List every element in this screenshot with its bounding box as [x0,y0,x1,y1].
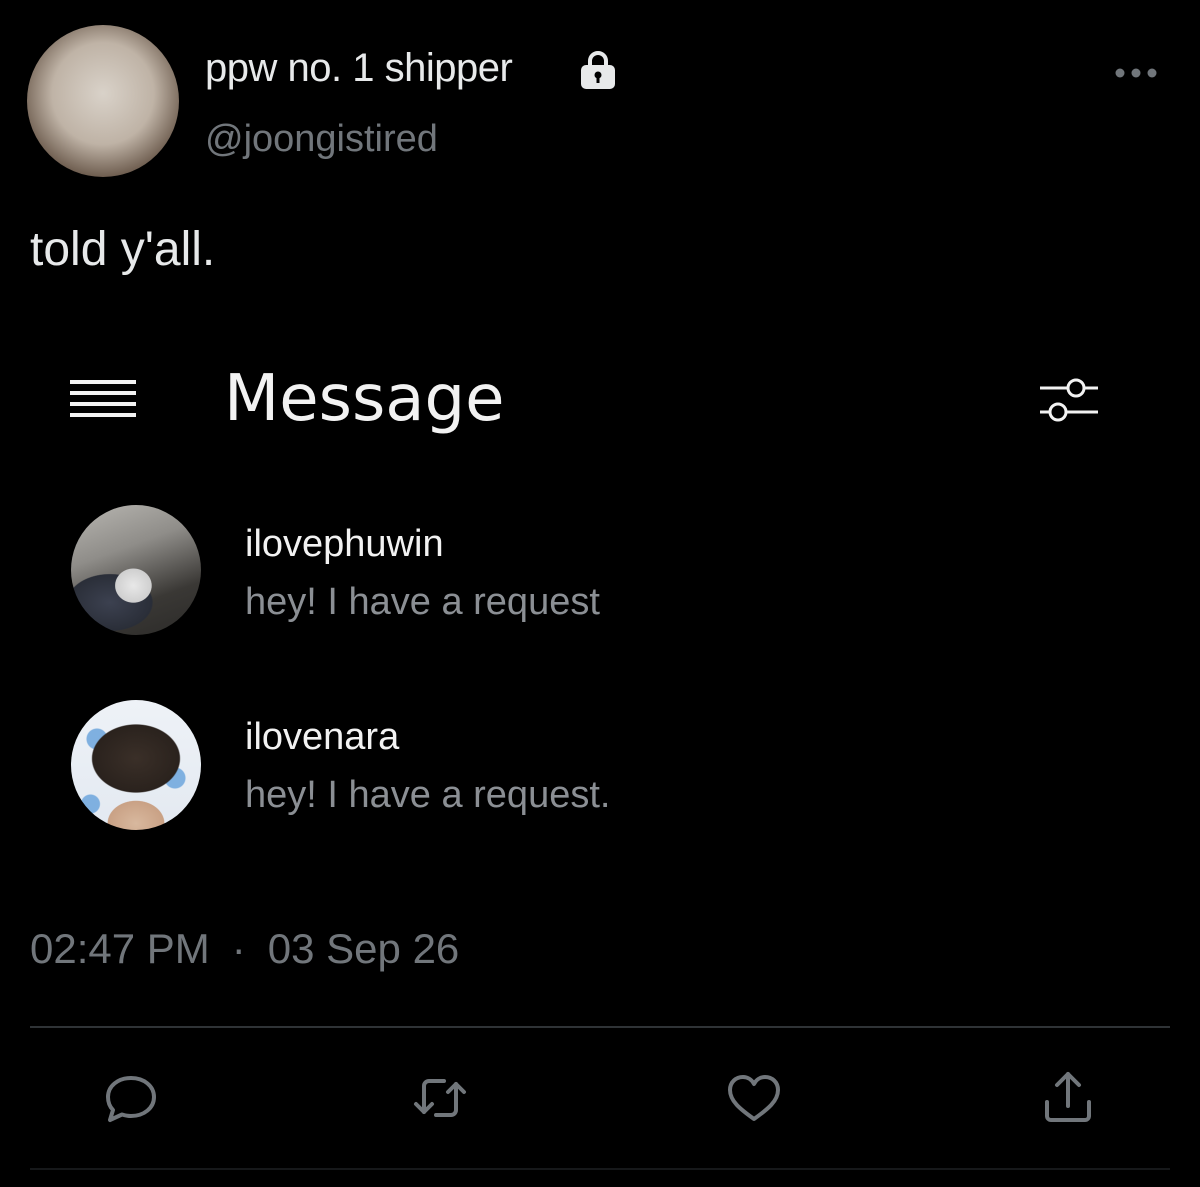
message-title: Message [224,362,505,436]
tweet-text: told y'all. [30,223,216,276]
share-icon[interactable] [1038,1066,1098,1126]
lock-icon [575,47,621,93]
timestamp-date: 03 Sep 26 [267,925,460,972]
author-avatar[interactable] [27,25,179,177]
heart-icon[interactable] [724,1068,784,1128]
conversation-preview: hey! I have a request [245,581,600,623]
sliders-icon [1036,372,1102,428]
conversation-preview: hey! I have a request. [245,774,611,816]
retweet-icon[interactable] [410,1068,470,1128]
conversation-avatar [71,505,201,635]
conversation-name: ilovephuwin [245,523,444,565]
reply-icon[interactable] [101,1068,161,1128]
author-display-name[interactable]: ppw no. 1 shipper [205,46,513,91]
timestamp-separator: · [231,925,246,972]
divider [30,1026,1170,1028]
tweet-timestamp[interactable]: 02:47 PM · 03 Sep 26 [30,925,459,973]
conversation-name: ilovenara [245,716,400,758]
bottom-divider [30,1168,1170,1170]
conversation-avatar [71,700,201,830]
author-handle[interactable]: @joongistired [205,118,438,161]
more-horizontal-icon[interactable] [1113,66,1159,80]
hamburger-menu-icon [70,378,136,422]
timestamp-time: 02:47 PM [30,925,210,972]
